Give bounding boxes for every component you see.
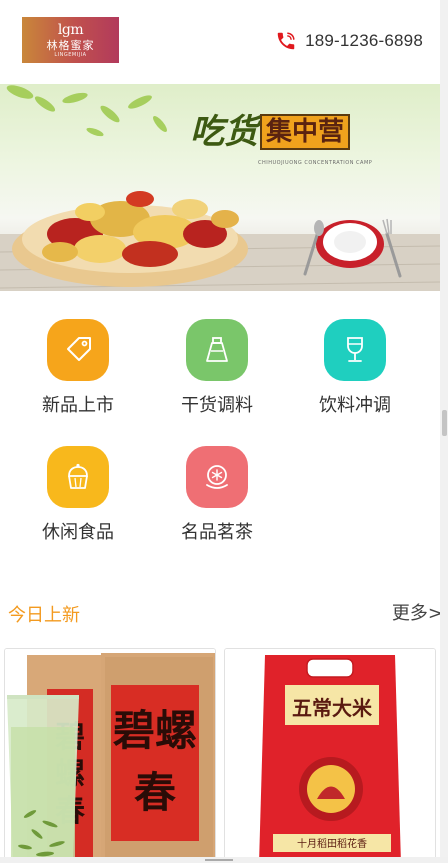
banner-title-box: 集中营 (260, 114, 351, 150)
category-label: 干货调料 (181, 395, 253, 416)
banner-title: 吃货 集中营 (190, 112, 351, 152)
product-card-biluochun[interactable]: 碧螺 春 碧 螺 春 (4, 648, 216, 863)
logo-mark: lgm (57, 22, 84, 38)
phone-icon (277, 32, 295, 50)
product-tagline: 十月稻田稻花香 (297, 837, 367, 850)
category-snacks[interactable]: 休闲食品 (28, 446, 128, 544)
product-image-biluochun: 碧螺 春 碧 螺 春 (5, 649, 215, 862)
category-dry-goods[interactable]: 干货调料 (167, 319, 267, 417)
product-image-wuchang-rice: 五常大米 十月稻田稻花香 (225, 649, 435, 862)
scrollbar-thumb[interactable] (442, 410, 447, 436)
bottom-bar (0, 857, 448, 863)
category-grid: 新品上市 干货调料 饮料冲调 休闲食品 名品茗茶 (0, 291, 440, 563)
bottom-handle[interactable] (205, 859, 233, 861)
category-beverages[interactable]: 饮料冲调 (305, 319, 405, 417)
phone-contact[interactable]: 189-1236-6898 (275, 30, 423, 52)
banner-subtitle: CHIHUOJIUONG CONCENTRATION CAMP (258, 160, 373, 166)
header: lgm 林格蜜家 LINGEMIJIA 189-1236-6898 (0, 0, 440, 84)
banner-title-green: 吃货 (190, 112, 258, 152)
promo-banner[interactable]: 吃货 集中营 CHIHUOJIUONG CONCENTRATION CAMP (0, 84, 440, 291)
logo-name: 林格蜜家 (46, 39, 95, 52)
tea-cup-icon (186, 446, 248, 508)
cupcake-icon (47, 446, 109, 508)
seasoning-jar-icon (186, 319, 248, 381)
category-label: 新品上市 (42, 395, 114, 416)
tag-icon (47, 319, 109, 381)
category-label: 休闲食品 (42, 522, 114, 543)
vertical-scrollbar[interactable] (440, 0, 448, 863)
section-title: 今日上新 (8, 605, 80, 626)
svg-text:碧螺: 碧螺 (113, 706, 197, 755)
phone-number: 189-1236-6898 (305, 31, 423, 50)
brand-logo[interactable]: lgm 林格蜜家 LINGEMIJIA (22, 17, 119, 63)
svg-text:春: 春 (134, 768, 176, 817)
logo-subtitle: LINGEMIJIA (54, 52, 87, 58)
wine-glass-icon (324, 319, 386, 381)
category-label: 名品茗茶 (181, 522, 253, 543)
product-card-wuchang-rice[interactable]: 五常大米 十月稻田稻花香 (224, 648, 436, 863)
category-label: 饮料冲调 (319, 395, 391, 416)
category-new-arrivals[interactable]: 新品上市 (28, 319, 128, 417)
more-link[interactable]: 更多> (392, 603, 443, 625)
category-tea[interactable]: 名品茗茶 (167, 446, 267, 544)
svg-text:五常大米: 五常大米 (292, 696, 373, 720)
